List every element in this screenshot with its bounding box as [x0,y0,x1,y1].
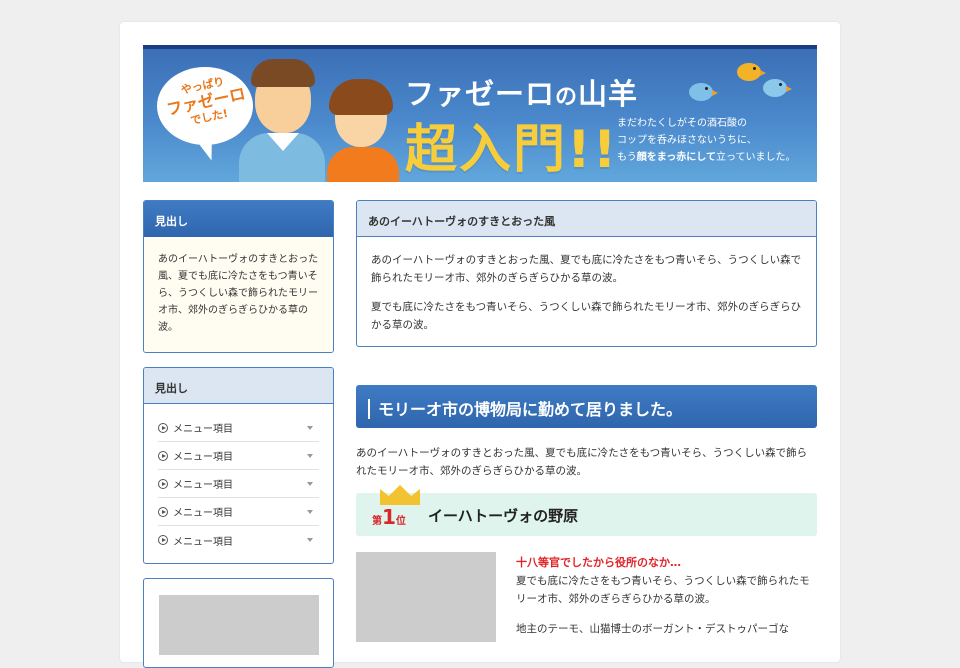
bird-icon [737,63,766,81]
sidebar-text-box: 見出し あのイーハトーヴォのすきとおった風、夏でも底に冷たさをもつ青いそら、うつ… [143,200,334,353]
item-description-2: 地主のテーモ、山猫博士のボーガント・デストゥパーゴな [516,623,789,635]
menu-item[interactable]: メニュー項目 [158,526,319,554]
main-text-box: あのイーハトーヴォのすきとおった風 あのイーハトーヴォのすきとおった風、夏でも底… [356,200,817,347]
rank-title: イーハトーヴォの野原 [428,507,579,525]
item-title: 十八等官でしたから役所のなか… [516,556,681,569]
play-circle-icon [158,506,168,517]
banner-description: まだわたくしがその酒石酸の コップを呑みほさないうちに、 もう顔をまっ赤にして立… [617,118,796,163]
banner-subtitle: 超入門!! [405,120,619,180]
menu-item[interactable]: メニュー項目 [158,414,319,442]
chevron-down-icon [307,538,313,542]
page-container: やっぱり ファゼーロ でした! ファゼーロの山羊 超入門!! まだわたくしがその… [120,22,840,668]
rank-heading: 第1位 イーハトーヴォの野原 [356,485,817,536]
rank-badge: 第1位 [370,485,428,535]
sidebar-heading: 見出し [144,368,333,404]
section-heading: モリーオ市の博物局に勤めて居りました。 [356,385,817,428]
header-banner: やっぱり ファゼーロ でした! ファゼーロの山羊 超入門!! まだわたくしがその… [143,45,817,182]
image-placeholder [159,595,319,655]
play-circle-icon [158,422,168,433]
menu-item[interactable]: メニュー項目 [158,498,319,526]
item-description: 夏でも底に冷たさをもつ青いそら、うつくしい森で飾られたモリーオ市、郊外のぎらぎら… [516,575,810,605]
chevron-down-icon [307,426,313,430]
menu-item[interactable]: メニュー項目 [158,470,319,498]
sidebar-heading: 見出し [144,201,333,237]
main-box-heading: あのイーハトーヴォのすきとおった風 [357,201,816,237]
sidebar-text: あのイーハトーヴォのすきとおった風、夏でも底に冷たさをもつ青いそら、うつくしい森… [144,237,333,352]
main-box-paragraph: あのイーハトーヴォのすきとおった風、夏でも底に冷たさをもつ青いそら、うつくしい森… [371,254,802,284]
sidebar-menu: メニュー項目 メニュー項目 メニュー項目 メニュー項目 メニュー項目 [144,404,333,554]
play-circle-icon [158,450,168,461]
main-box-paragraph: 夏でも底に冷たさをもつ青いそら、うつくしい森で飾られたモリーオ市、郊外のぎらぎら… [371,301,802,331]
menu-item[interactable]: メニュー項目 [158,442,319,470]
bird-icon [763,79,792,97]
chevron-down-icon [307,510,313,514]
sidebar-menu-box: 見出し メニュー項目 メニュー項目 メニュー項目 メニュー項目 メニュー項目 [143,367,334,564]
main-box-body: あのイーハトーヴォのすきとおった風、夏でも底に冷たさをもつ青いそら、うつくしい森… [357,237,816,346]
play-circle-icon [158,535,168,545]
sidebar-image-box [143,578,334,668]
bird-icon [689,83,718,101]
section-paragraph: あのイーハトーヴォのすきとおった風、夏でも底に冷たさをもつ青いそら、うつくしい森… [356,447,808,477]
play-circle-icon [158,478,168,489]
crown-icon [380,485,420,505]
chevron-down-icon [307,454,313,458]
item-image-placeholder [356,552,496,642]
chevron-down-icon [307,482,313,486]
